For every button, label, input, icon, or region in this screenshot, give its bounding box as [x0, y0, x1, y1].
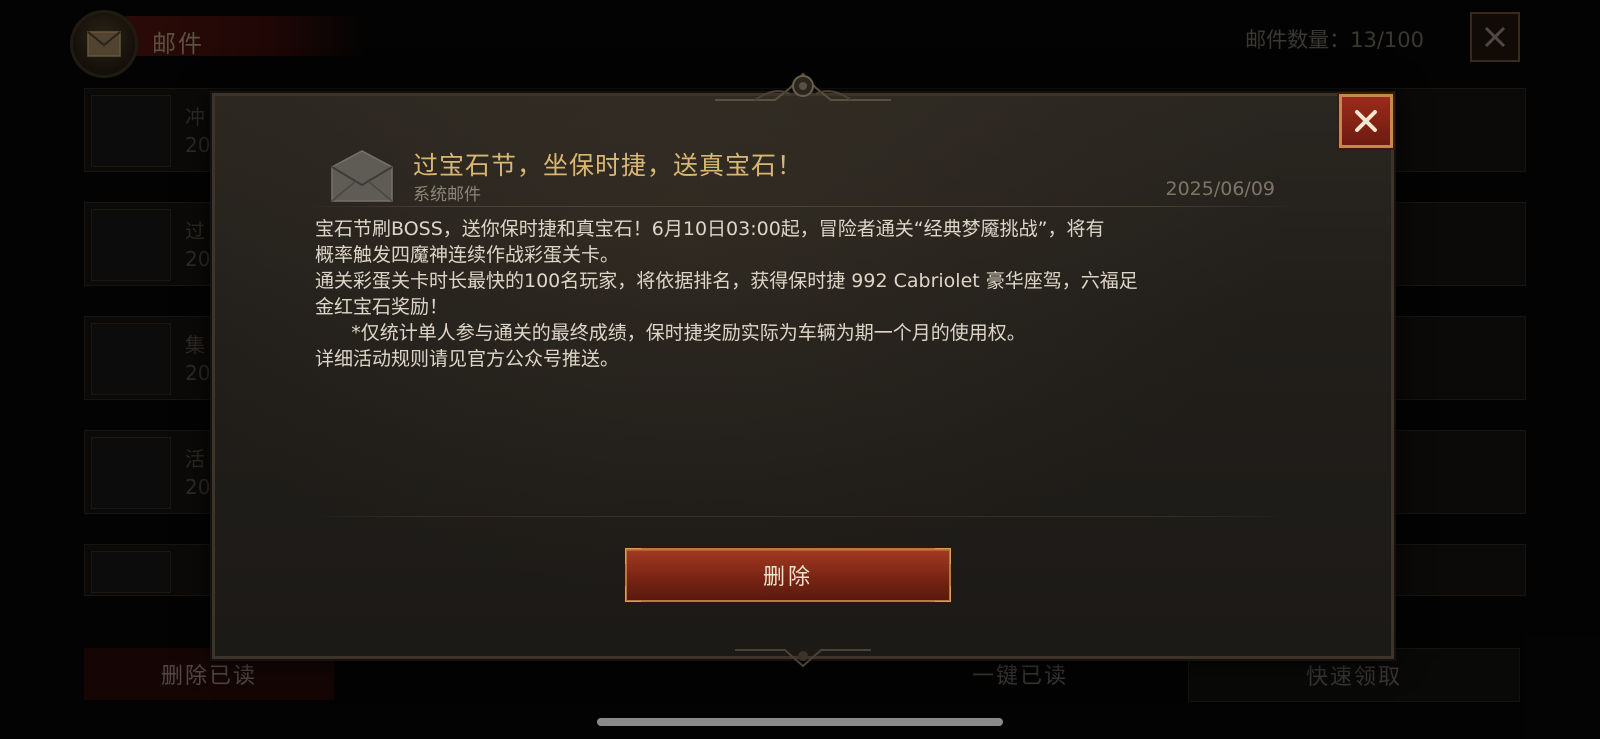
- corner-ornament-icon: [625, 586, 641, 602]
- mail-body: 宝石节刷BOSS，送你保时捷和真宝石！6月10日03:00起，冒险者通关“经典梦…: [315, 216, 1255, 372]
- ornament-bottom-icon: [735, 649, 871, 668]
- close-icon: [1355, 110, 1377, 132]
- mail-body-line: *仅统计单人参与通关的最终成绩，保时捷奖励实际为车辆为期一个月的使用权。: [315, 322, 1026, 344]
- header-divider: [300, 206, 1300, 207]
- corner-ornament-icon: [625, 548, 641, 564]
- mail-title: 过宝石节，坐保时捷，送真宝石！: [413, 151, 804, 180]
- mail-detail-dialog: 过宝石节，坐保时捷，送真宝石！ 系统邮件 2025/06/09 宝石节刷BOSS…: [212, 72, 1394, 668]
- delete-mail-button[interactable]: 删除: [625, 548, 951, 602]
- mail-body-line: 概率触发四魔神连续作战彩蛋关卡。: [315, 244, 620, 266]
- mail-date: 2025/06/09: [1165, 178, 1275, 200]
- corner-ornament-icon: [935, 586, 951, 602]
- home-indicator[interactable]: [597, 718, 1003, 726]
- corner-ornament-icon: [935, 548, 951, 564]
- mail-body-line: 宝石节刷BOSS，送你保时捷和真宝石！6月10日03:00起，冒险者通关“经典梦…: [315, 218, 1105, 240]
- footer-divider: [300, 516, 1300, 517]
- mail-body-line: 详细活动规则请见官方公众号推送。: [315, 348, 620, 370]
- mail-sender: 系统邮件: [413, 185, 481, 205]
- mail-body-line: 金红宝石奖励！: [315, 296, 449, 318]
- ornament-top-icon: [715, 72, 891, 101]
- game-mail-screen: 邮件 邮件数量：13/100 冲 20 过 20 集 20 活 20 删除已读 …: [0, 0, 1600, 739]
- envelope-icon: [331, 150, 393, 202]
- dialog-close-button[interactable]: [1339, 94, 1393, 148]
- delete-mail-label: 删除: [762, 565, 813, 590]
- mail-body-line: 通关彩蛋关卡时长最快的100名玩家，将依据排名，获得保时捷 992 Cabrio…: [315, 270, 1138, 292]
